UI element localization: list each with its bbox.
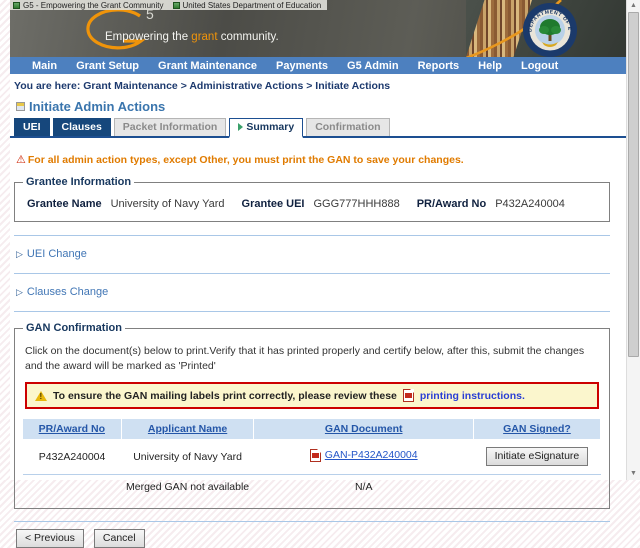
- banner: G5 - Empowering the Grant Community Unit…: [10, 0, 626, 57]
- page: G5 - Empowering the Grant Community Unit…: [10, 0, 626, 480]
- grantee-uei-label: Grantee UEI: [242, 198, 305, 210]
- previous-button[interactable]: < Previous: [16, 529, 84, 548]
- nav-item-main[interactable]: Main: [32, 60, 57, 72]
- tagline-pre: Empowering the: [105, 31, 191, 43]
- uei-change-section-toggle[interactable]: ▷ UEI Change: [10, 236, 626, 260]
- header-applicant-name[interactable]: Applicant Name: [121, 419, 254, 439]
- page-title: Initiate Admin Actions: [29, 99, 165, 114]
- divider: [14, 311, 610, 312]
- grantee-uei-value: GGG777HHH888: [313, 198, 399, 210]
- cell-pr-award-no: P432A240004: [23, 439, 121, 475]
- grantee-information-legend: Grantee Information: [23, 176, 134, 188]
- pr-award-no-label: PR/Award No: [417, 198, 486, 210]
- banner-tagline: Empowering the grant community.: [105, 31, 279, 43]
- cell-applicant-name: University of Navy Yard: [121, 439, 254, 475]
- pdf-icon: [403, 389, 414, 402]
- page-title-row: Initiate Admin Actions: [10, 94, 626, 118]
- nav-item-g5-admin[interactable]: G5 Admin: [347, 60, 399, 72]
- table-header-row: PR/Award No Applicant Name GAN Document …: [23, 419, 601, 439]
- footer-buttons: < Previous Cancel: [10, 522, 626, 548]
- tab-packet-information: Packet Information: [114, 118, 227, 136]
- expand-triangle-icon: ▷: [16, 249, 23, 260]
- page-title-icon: [16, 102, 25, 111]
- breadcrumb-prefix: You are here:: [14, 80, 80, 92]
- cell-empty: [23, 475, 121, 500]
- gan-instructions: Click on the document(s) below to print.…: [23, 341, 601, 374]
- vertical-scrollbar[interactable]: ▲ ▼: [626, 0, 640, 480]
- gan-document-link[interactable]: GAN-P432A240004: [325, 449, 418, 461]
- breadcrumb: You are here: Grant Maintenance > Admini…: [10, 74, 626, 94]
- cell-empty: [473, 475, 600, 500]
- grantee-information-fieldset: Grantee Information Grantee Name Univers…: [14, 176, 610, 222]
- screen: G5 - Empowering the Grant Community Unit…: [0, 0, 640, 480]
- pdf-icon: [310, 449, 321, 462]
- printing-instructions-link[interactable]: printing instructions.: [420, 390, 525, 402]
- cell-merged-gan: Merged GAN not available: [121, 475, 254, 500]
- clauses-change-section-toggle[interactable]: ▷ Clauses Change: [10, 274, 626, 298]
- banner-photo: DEPARTMENT OF EDUCATION: [466, 0, 626, 57]
- table-row: P432A240004 University of Navy Yard GAN-…: [23, 439, 601, 475]
- gan-confirmation-fieldset: GAN Confirmation Click on the document(s…: [14, 322, 610, 509]
- warning-text: For all admin action types, except Other…: [28, 154, 464, 166]
- window-title-g5: G5 - Empowering the Grant Community: [10, 0, 170, 10]
- nav-item-grant-maintenance[interactable]: Grant Maintenance: [158, 60, 257, 72]
- pr-award-no-value: P432A240004: [495, 198, 565, 210]
- alert-warning-icon: [35, 391, 47, 401]
- g5-favicon: [13, 2, 20, 9]
- warning-row: ⚠ For all admin action types, except Oth…: [10, 138, 626, 166]
- grantee-name-label: Grantee Name: [27, 198, 102, 210]
- scroll-up-arrow-icon[interactable]: ▲: [627, 1, 640, 11]
- alert-text: To ensure the GAN mailing labels print c…: [53, 390, 397, 402]
- grantee-name-value: University of Navy Yard: [111, 198, 225, 210]
- scroll-down-arrow-icon[interactable]: ▼: [627, 469, 640, 479]
- window-title-g5-text: G5 - Empowering the Grant Community: [23, 1, 164, 10]
- tab-uei[interactable]: UEI: [14, 118, 50, 136]
- header-gan-document[interactable]: GAN Document: [254, 419, 473, 439]
- nav-item-reports[interactable]: Reports: [418, 60, 460, 72]
- window-title-strip: G5 - Empowering the Grant Community Unit…: [10, 0, 327, 10]
- tagline-post: community.: [218, 31, 279, 43]
- tab-summary-label: Summary: [246, 121, 294, 133]
- tab-bar: UEI Clauses Packet Information Summary C…: [10, 118, 626, 138]
- window-title-ed-text: United States Department of Education: [183, 1, 322, 10]
- uei-change-label: UEI Change: [27, 248, 87, 260]
- initiate-esignature-button[interactable]: Initiate eSignature: [486, 447, 589, 466]
- main-nav: Main Grant Setup Grant Maintenance Payme…: [10, 57, 626, 74]
- cell-gan-document: GAN-P432A240004: [254, 439, 473, 475]
- expand-triangle-icon: ▷: [16, 287, 23, 298]
- window-title-ed: United States Department of Education: [170, 0, 328, 10]
- breadcrumb-path[interactable]: Grant Maintenance > Administrative Actio…: [83, 80, 390, 92]
- clauses-change-label: Clauses Change: [27, 286, 108, 298]
- header-gan-signed[interactable]: GAN Signed?: [473, 419, 600, 439]
- ed-favicon: [173, 2, 180, 9]
- nav-item-help[interactable]: Help: [478, 60, 502, 72]
- scrollbar-thumb[interactable]: [628, 12, 639, 357]
- cancel-button[interactable]: Cancel: [94, 529, 145, 548]
- summary-tab-arrow-icon: [238, 123, 243, 131]
- tagline-accent: grant: [191, 31, 217, 43]
- table-row: Merged GAN not available N/A: [23, 475, 601, 500]
- grantee-fields: Grantee Name University of Navy Yard Gra…: [23, 195, 601, 212]
- department-of-education-seal: DEPARTMENT OF EDUCATION: [522, 2, 578, 57]
- tab-confirmation: Confirmation: [306, 118, 389, 136]
- nav-item-grant-setup[interactable]: Grant Setup: [76, 60, 139, 72]
- nav-item-logout[interactable]: Logout: [521, 60, 558, 72]
- cell-gan-signed: Initiate eSignature: [473, 439, 600, 475]
- gan-documents-table: PR/Award No Applicant Name GAN Document …: [23, 419, 601, 499]
- nav-item-payments[interactable]: Payments: [276, 60, 328, 72]
- tab-summary[interactable]: Summary: [229, 118, 303, 138]
- warning-icon: ⚠: [16, 155, 26, 165]
- gan-confirmation-legend: GAN Confirmation: [23, 322, 125, 334]
- cell-na: N/A: [254, 475, 473, 500]
- header-pr-award-no[interactable]: PR/Award No: [23, 419, 121, 439]
- print-alert-box: To ensure the GAN mailing labels print c…: [25, 382, 599, 409]
- tab-clauses[interactable]: Clauses: [53, 118, 111, 136]
